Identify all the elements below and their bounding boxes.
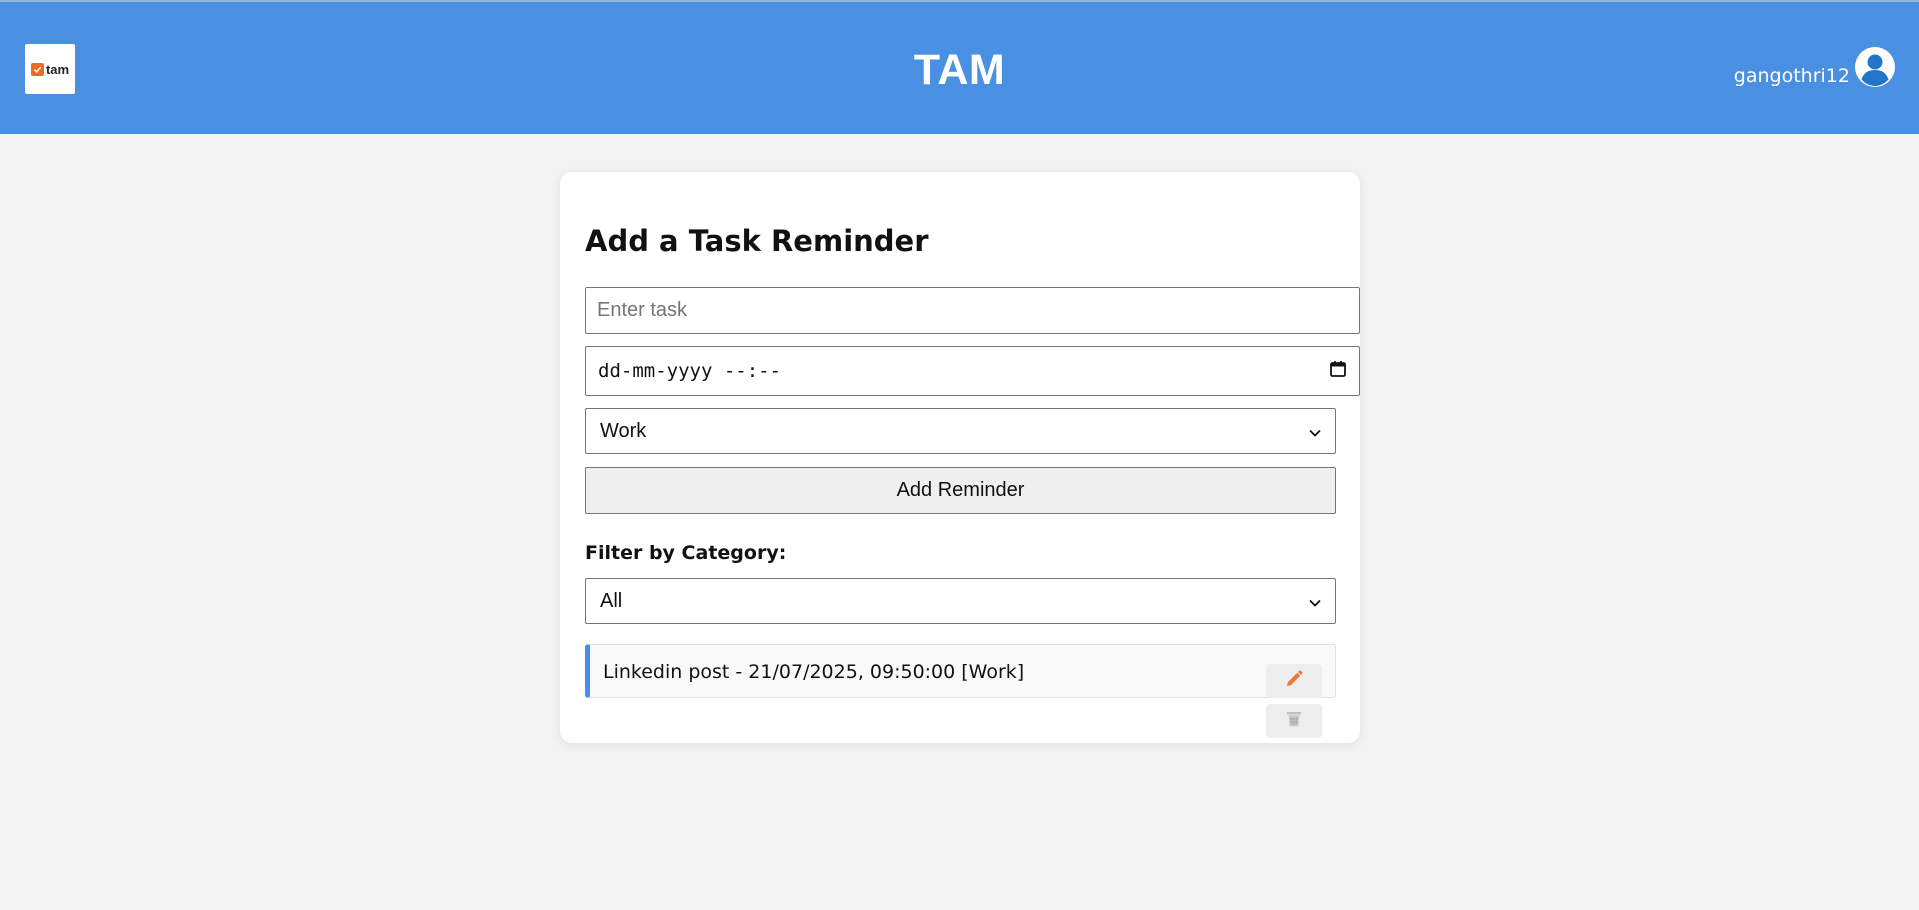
app-header: tam TAM gangothri12: [0, 2, 1919, 134]
delete-reminder-button[interactable]: [1266, 704, 1322, 738]
add-reminder-button[interactable]: Add Reminder: [585, 467, 1336, 514]
reminder-text: Linkedin post - 21/07/2025, 09:50:00 [Wo…: [603, 661, 1025, 683]
pencil-icon: [1284, 669, 1304, 694]
user-circle-icon[interactable]: [1854, 46, 1896, 88]
filter-select-value: All: [600, 589, 623, 612]
form-heading: Add a Task Reminder: [585, 224, 929, 258]
trash-icon: [1284, 709, 1304, 734]
filter-label: Filter by Category:: [585, 542, 787, 564]
calendar-icon[interactable]: [1329, 360, 1347, 383]
edit-reminder-button[interactable]: [1266, 664, 1322, 698]
filter-category-select[interactable]: All: [585, 578, 1336, 624]
user-menu[interactable]: gangothri12: [1734, 46, 1896, 88]
category-select-value: Work: [600, 419, 647, 442]
chevron-down-icon: [1309, 420, 1321, 443]
category-select[interactable]: Work: [585, 408, 1336, 454]
chevron-down-icon: [1309, 590, 1321, 613]
datetime-input[interactable]: dd-mm-yyyy --:--: [585, 346, 1360, 396]
task-input[interactable]: Enter task: [585, 287, 1360, 334]
app-title: TAM: [913, 46, 1006, 94]
task-input-placeholder: Enter task: [597, 299, 688, 321]
datetime-placeholder: dd-mm-yyyy --:--: [598, 360, 782, 382]
username: gangothri12: [1733, 65, 1850, 87]
